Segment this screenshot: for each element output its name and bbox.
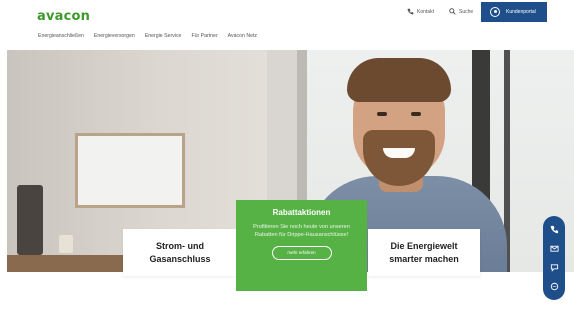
user-icon <box>490 7 500 17</box>
promo-text: Profitieren Sie noch heute von unseren R… <box>253 224 350 239</box>
phone-icon <box>407 8 414 15</box>
nav-item-energie-service[interactable]: Energie Service <box>145 33 182 39</box>
nav-item-energieanschliessen[interactable]: Energieanschließen <box>38 33 84 39</box>
customer-portal-button[interactable]: Kundenportal <box>481 2 547 22</box>
contact-label: Kontakt <box>417 8 434 15</box>
search-icon <box>449 8 456 15</box>
coffee-machine <box>17 185 43 255</box>
cup <box>59 235 73 253</box>
promo-title: Rabattaktionen <box>272 208 331 217</box>
search-label: Suche <box>459 8 474 15</box>
contact-link[interactable]: Kontakt <box>407 8 434 15</box>
chat-icon[interactable] <box>547 261 561 275</box>
mail-icon[interactable] <box>547 242 561 256</box>
phone-icon[interactable] <box>547 223 561 237</box>
card-energiewelt-smarter[interactable]: Die Energiewelt smarter machen <box>368 229 480 276</box>
side-contact-bar <box>543 216 565 300</box>
promo-more-button[interactable]: mehr erfahren <box>271 246 332 261</box>
card-energiewelt-smarter-label: Die Energiewelt smarter machen <box>389 241 459 264</box>
main-navigation: Energieanschließen Energieversorgen Ener… <box>38 33 267 39</box>
search-link[interactable]: Suche <box>449 8 473 15</box>
nav-item-energieversorgen[interactable]: Energieversorgen <box>94 33 135 39</box>
avacon-logo[interactable]: avacon <box>37 9 90 24</box>
message-icon[interactable] <box>547 280 561 294</box>
customer-portal-label: Kundenportal <box>506 9 536 15</box>
card-strom-gasanschluss-label: Strom- und Gasanschluss <box>149 241 211 264</box>
promo-card-rabattaktionen: Rabattaktionen Profitieren Sie noch heut… <box>236 200 367 291</box>
nav-item-fuer-partner[interactable]: Für Partner <box>191 33 217 39</box>
whiteboard <box>75 133 185 208</box>
card-strom-gasanschluss[interactable]: Strom- und Gasanschluss <box>123 229 237 276</box>
site-header: avacon Kontakt Suche Kundenportal Energi… <box>0 0 574 50</box>
nav-item-avacon-netz[interactable]: Avacon Netz <box>228 33 257 39</box>
